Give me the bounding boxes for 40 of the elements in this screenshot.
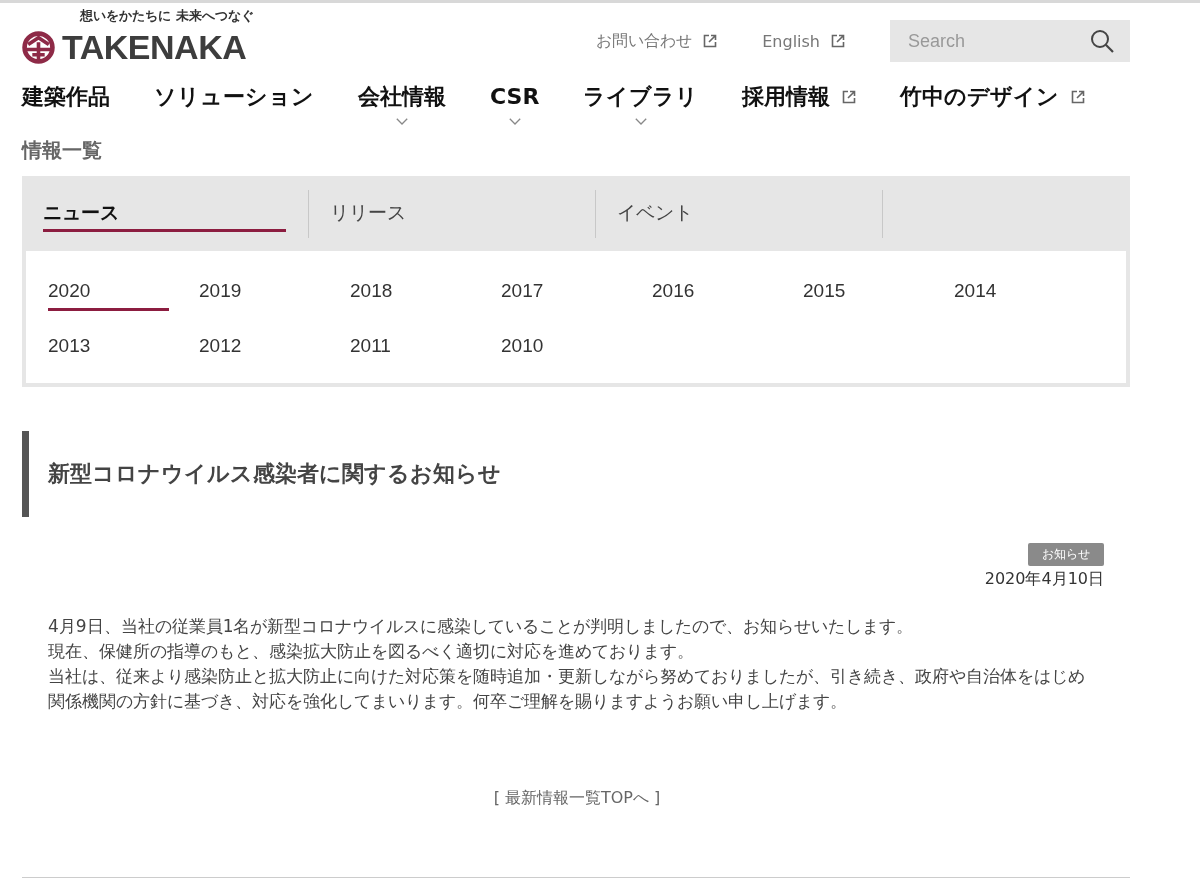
article-date: 2020年4月10日 bbox=[984, 568, 1104, 590]
year-tab[interactable]: 2017 bbox=[501, 279, 622, 311]
search-icon bbox=[1090, 29, 1114, 53]
year-tab[interactable]: 2010 bbox=[501, 334, 622, 366]
chevron-down-icon[interactable] bbox=[396, 118, 408, 125]
year-tab[interactable]: 2011 bbox=[350, 334, 471, 366]
nav-link[interactable]: CSR bbox=[490, 82, 540, 112]
article-paragraph: 当社は、従来より感染防止と拡大防止に向けた対応策を随時追加・更新しながら努めておりましたが、引き続き、政府や自治体をはじめ関係機関の方針に基づき、対応を強化してまいります。何卒ご理解を賜りますようお願い申し上げます。 bbox=[48, 665, 1086, 713]
page-title: 情報一覧 bbox=[22, 137, 103, 163]
article-title: 新型コロナウイルス感染者に関するお知らせ bbox=[48, 460, 501, 488]
search-field[interactable]: Search bbox=[890, 20, 1130, 62]
back-to-list-link[interactable]: [ 最新情報一覧TOPへ ] bbox=[493, 787, 661, 809]
category-tag: お知らせ bbox=[1028, 543, 1104, 566]
chevron-down-icon[interactable] bbox=[634, 118, 647, 125]
category-tab[interactable]: リリース bbox=[330, 195, 573, 232]
nav-link[interactable]: 竹中のデザイン bbox=[900, 82, 1086, 112]
year-tab[interactable]: 2018 bbox=[350, 279, 471, 311]
year-tab[interactable]: 2020 bbox=[48, 279, 169, 311]
chevron-down-icon[interactable] bbox=[508, 118, 521, 125]
category-tab[interactable]: ニュース bbox=[43, 195, 286, 232]
year-tab[interactable]: 2015 bbox=[803, 279, 924, 311]
utility-link[interactable]: English bbox=[762, 31, 845, 51]
year-tab[interactable]: 2013 bbox=[48, 334, 169, 366]
year-tab[interactable]: 2012 bbox=[199, 334, 320, 366]
nav-link[interactable]: 建築作品 bbox=[22, 82, 110, 112]
article-paragraph: 4月9日、当社の従業員1名が新型コロナウイルスに感染していることが判明しましたので、お知らせいたします。 bbox=[48, 615, 915, 638]
nav-link[interactable]: 会社情報 bbox=[358, 82, 446, 112]
year-tab[interactable]: 2016 bbox=[652, 279, 773, 311]
emblem-icon[interactable] bbox=[22, 30, 55, 64]
article-paragraph: 現在、保健所の指導のもと、感染拡大防止を図るべく適切に対応を進めております。 bbox=[48, 640, 695, 663]
utility-link[interactable]: お問い合わせ bbox=[596, 30, 718, 52]
tagline-text: 想いをかたちに 未来へつなぐ bbox=[80, 8, 254, 24]
nav-link[interactable]: ライブラリ bbox=[583, 82, 699, 112]
year-tab[interactable]: 2019 bbox=[199, 279, 320, 311]
nav-link[interactable]: ソリューション bbox=[154, 82, 314, 112]
search-button[interactable] bbox=[1090, 29, 1114, 53]
year-tab[interactable]: 2014 bbox=[954, 279, 1075, 311]
nav-link[interactable]: 採用情報 bbox=[742, 82, 857, 112]
logo-wordmark[interactable]: TAKENAKA bbox=[62, 29, 247, 65]
category-tab[interactable]: イベント bbox=[617, 195, 860, 232]
